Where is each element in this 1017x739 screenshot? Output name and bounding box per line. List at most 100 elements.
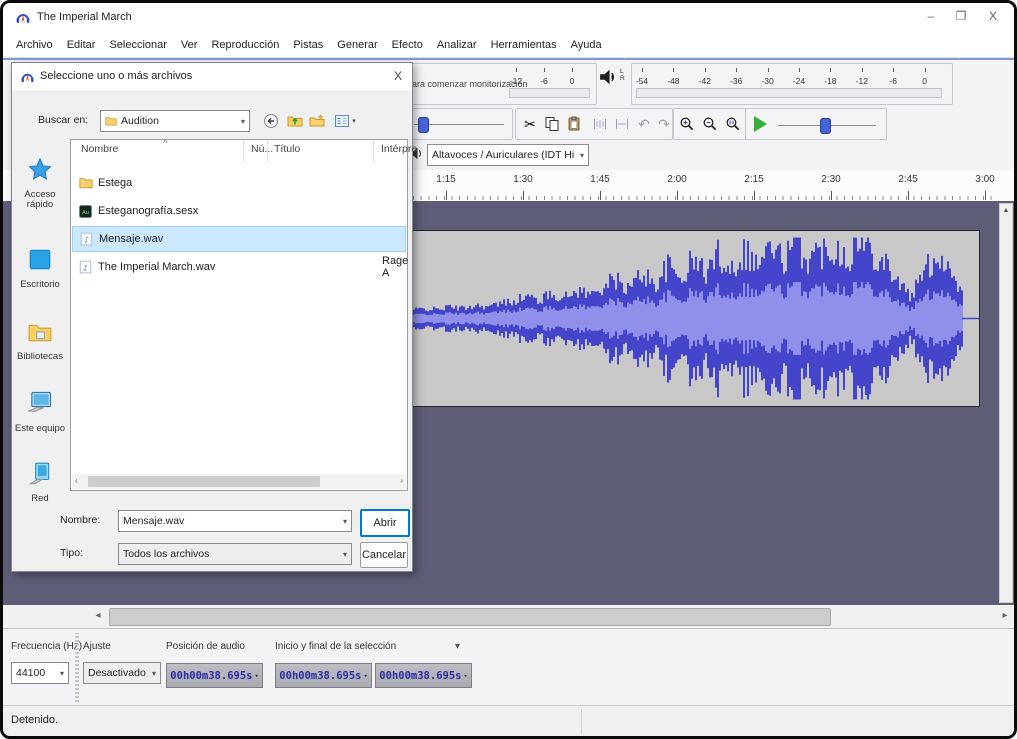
zoom-selection-button[interactable] [721, 111, 745, 137]
filename-input[interactable]: Mensaje.wav▾ [118, 510, 352, 532]
ruler-major-tick [754, 191, 755, 200]
zoom-in-button[interactable] [675, 111, 699, 137]
paste-button[interactable] [562, 111, 586, 137]
scroll-left-icon[interactable]: ‹ [75, 476, 78, 485]
column-header-nombre[interactable]: Nombre [81, 143, 118, 155]
playback-speed-slider[interactable] [778, 125, 876, 126]
file-list[interactable]: NombreNú...TítuloIntérpre ˄ EstegaAuEste… [70, 139, 408, 491]
playback-meter-toolbar-handle[interactable]: LR [599, 68, 629, 98]
paste-icon [566, 116, 582, 132]
column-header-nu-[interactable]: Nú... [251, 143, 273, 155]
ruler-label-1-45: 1:45 [590, 174, 609, 185]
record-scale-tick [572, 68, 573, 72]
zoom-in-icon [679, 116, 695, 132]
sidebar-item-este-equipo[interactable]: Este equipo [14, 389, 66, 434]
trim-icon [592, 116, 608, 132]
views-menu-button[interactable]: ▾ [330, 110, 360, 132]
minimize-button[interactable]: – [920, 9, 942, 23]
menu-ayuda[interactable]: Ayuda [564, 36, 609, 54]
sidebar-item-red[interactable]: Red [14, 461, 66, 504]
waveform[interactable] [412, 231, 981, 406]
horizontal-scroll-thumb[interactable] [109, 608, 831, 626]
close-button[interactable]: X [982, 9, 1004, 23]
menu-efecto[interactable]: Efecto [385, 36, 430, 54]
views-icon [334, 113, 350, 129]
audio-position-label: Posición de audio [166, 641, 245, 652]
column-header-interpre[interactable]: Intérpre [381, 143, 417, 155]
audio-position-display[interactable]: 00h00m38.695s▾ [166, 663, 263, 688]
file-row-esteganografia-sesx[interactable]: AuEsteganografía.sesx [72, 198, 406, 224]
cut-button[interactable]: ✂ [518, 111, 542, 137]
recording-volume-thumb[interactable] [418, 117, 429, 133]
file-row-estega[interactable]: Estega [72, 170, 406, 196]
new-folder-button[interactable] [306, 110, 328, 132]
menu-herramientas[interactable]: Herramientas [484, 36, 564, 54]
selection-end-display[interactable]: 00h00m38.695s▾ [375, 663, 472, 688]
file-name: The Imperial March.wav [98, 261, 215, 273]
library-icon [27, 332, 53, 349]
selection-end-value: 00h00m38.695s [379, 670, 461, 682]
cancel-button[interactable]: Cancelar [360, 542, 408, 568]
file-artist: Rage A [382, 255, 408, 279]
scroll-left-icon[interactable]: ◂ [91, 608, 105, 624]
open-button[interactable]: Abrir [360, 509, 410, 537]
sort-ascending-icon[interactable]: ˄ [163, 137, 168, 146]
scroll-right-icon[interactable]: › [400, 476, 403, 485]
column-header-titulo[interactable]: Título [274, 143, 300, 155]
menu-analizar[interactable]: Analizar [430, 36, 484, 54]
menu-ver[interactable]: Ver [174, 36, 205, 54]
look-in-label: Buscar en: [38, 114, 88, 126]
chevron-down-icon: ▾ [152, 669, 156, 678]
output-device-select[interactable]: Altavoces / Auriculares (IDT Hi▾ [427, 144, 589, 166]
selection-range-dropdown-icon[interactable]: ▾ [455, 641, 460, 652]
scroll-right-icon[interactable]: ▸ [998, 608, 1012, 624]
playback-speed-thumb[interactable] [820, 118, 831, 134]
playback-meter-toolbar[interactable]: -54-48-42-36-30-24-18-12-60 [631, 63, 953, 105]
sidebar-item-bibliotecas[interactable]: Bibliotecas [14, 319, 66, 362]
dialog-close-button[interactable]: X [394, 69, 402, 83]
filename-value: Mensaje.wav [123, 515, 184, 527]
copy-button[interactable] [540, 111, 564, 137]
network-icon [27, 474, 53, 491]
filetype-select[interactable]: Todos los archivos▾ [118, 543, 352, 565]
zoom-out-button[interactable] [698, 111, 722, 137]
maximize-button[interactable]: ❐ [950, 9, 972, 23]
file-row-mensaje-wav[interactable]: ♪Mensaje.wav [72, 226, 406, 252]
snap-value: Desactivado [88, 667, 146, 679]
selection-range-label: Inicio y final de la selección [275, 641, 396, 652]
trim-audio-button[interactable] [588, 111, 612, 137]
menu-reproduccion[interactable]: Reproducción [204, 36, 286, 54]
zoom-selection-icon [725, 116, 741, 132]
menu-editar[interactable]: Editar [60, 36, 103, 54]
horizontal-scrollbar[interactable]: ◂ ▸ [3, 605, 1014, 629]
menu-generar[interactable]: Generar [330, 36, 384, 54]
back-button[interactable] [260, 110, 282, 132]
play-scale-tick [893, 68, 894, 72]
menu-pistas[interactable]: Pistas [286, 36, 330, 54]
record-scale-number: -12 [510, 76, 522, 86]
silence-audio-button[interactable] [610, 111, 634, 137]
audition-file-icon: Au [78, 204, 93, 219]
menu-archivo[interactable]: Archivo [9, 36, 60, 54]
up-one-level-button[interactable] [284, 110, 306, 132]
snap-select[interactable]: Desactivado ▾ [83, 662, 161, 684]
sidebar-item-escritorio[interactable]: Escritorio [14, 247, 66, 290]
file-list-hscroll-thumb[interactable] [88, 476, 320, 487]
play-scale-number: -48 [667, 76, 679, 86]
play-at-speed-button[interactable] [748, 111, 772, 137]
speaker-icon [599, 73, 619, 90]
scroll-up-icon[interactable]: ▲ [1000, 204, 1012, 217]
sidebar-item-acceso-rapido[interactable]: Acceso rápido [14, 157, 66, 210]
play-scale-number: -30 [761, 76, 773, 86]
selection-start-display[interactable]: 00h00m38.695s▾ [275, 663, 372, 688]
play-meter-bar [636, 88, 942, 98]
sidebar-item-label: Este equipo [14, 424, 66, 434]
menu-seleccionar[interactable]: Seleccionar [102, 36, 173, 54]
look-in-select[interactable]: Audition ▾ [100, 110, 250, 132]
chevron-down-icon: ▾ [363, 672, 367, 680]
recording-volume-slider[interactable] [414, 124, 504, 125]
frequency-select[interactable]: 44100▾ [11, 662, 69, 684]
file-row-the-imperial-march-wav[interactable]: ♪The Imperial March.wavRage A [72, 254, 406, 280]
file-list-hscrollbar[interactable]: ‹ › [72, 474, 406, 489]
vertical-scrollbar[interactable]: ▲ [999, 203, 1013, 603]
